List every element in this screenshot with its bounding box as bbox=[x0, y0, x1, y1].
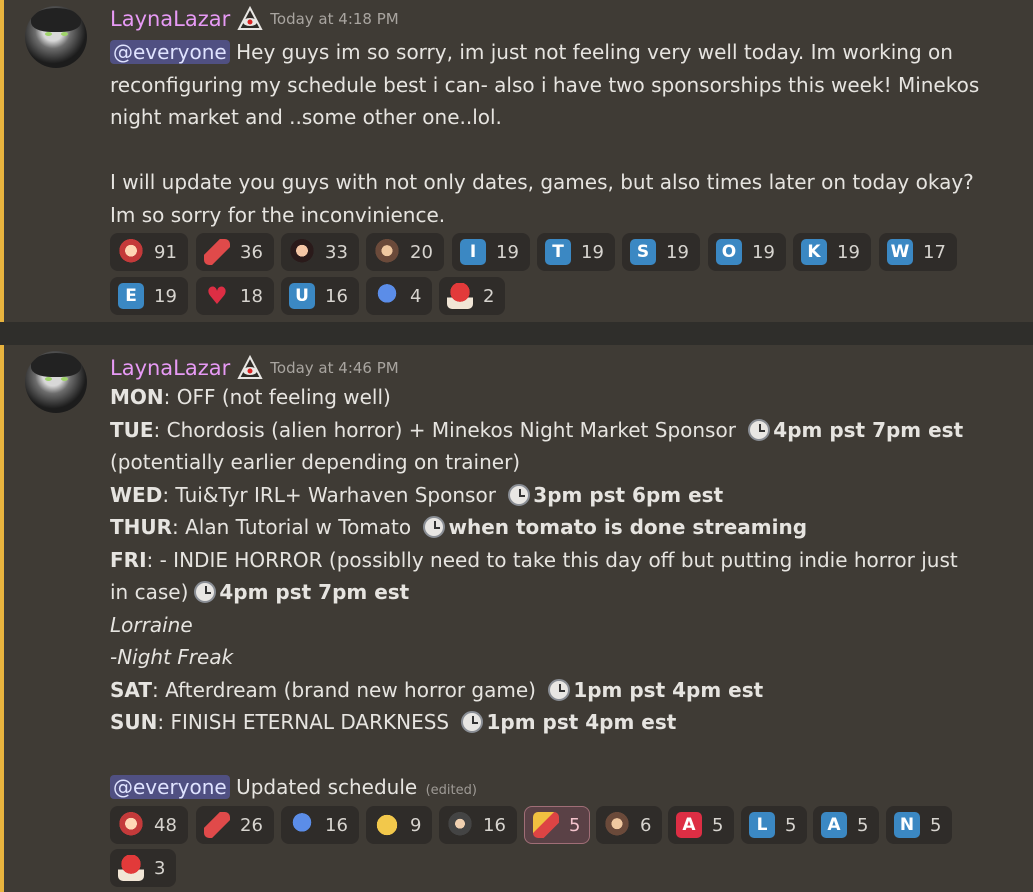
reaction-button[interactable]: A5 bbox=[668, 806, 734, 844]
updated-line: @everyone Updated schedule (edited) bbox=[110, 771, 1010, 808]
reaction-button[interactable]: 6 bbox=[596, 806, 662, 844]
reaction-button[interactable]: 4 bbox=[366, 277, 432, 315]
letter-e-icon: E bbox=[118, 283, 144, 309]
reaction-button[interactable]: 2 bbox=[439, 277, 505, 315]
hands-face-icon bbox=[604, 812, 630, 838]
message-content: @everyone Hey guys im so sorry, im just … bbox=[110, 36, 1010, 231]
letter-o-icon: O bbox=[716, 239, 742, 265]
message-2: LaynaLazar Today at 4:46 PM MON: OFF (no… bbox=[0, 345, 1033, 892]
mushroom-icon bbox=[118, 855, 144, 881]
username[interactable]: LaynaLazar bbox=[110, 7, 230, 31]
schedule-sat: SAT: Afterdream (brand new horror game) … bbox=[110, 677, 764, 702]
schedule-extra: -Night Freak bbox=[110, 645, 234, 669]
mushroom-icon bbox=[447, 283, 473, 309]
clock-icon bbox=[508, 483, 531, 506]
text-line: reconfiguring my schedule best i can- al… bbox=[110, 72, 980, 97]
message-header: LaynaLazar Today at 4:46 PM bbox=[110, 353, 399, 383]
reaction-button-selected[interactable]: 5 bbox=[524, 806, 590, 844]
reaction-button[interactable]: 9 bbox=[366, 806, 432, 844]
username[interactable]: LaynaLazar bbox=[110, 356, 230, 380]
thumbs-up-icon bbox=[204, 239, 230, 265]
schedule-extra: Lorraine bbox=[110, 612, 193, 637]
reaction-button[interactable]: T 19 bbox=[537, 233, 615, 271]
smiling-hearts-face-icon bbox=[374, 812, 400, 838]
role-eye-icon bbox=[237, 354, 263, 379]
red-heart-icon: ♥ bbox=[206, 282, 228, 310]
schedule-wed: WED: Tui&Tyr IRL+ Warhaven Sponsor 3pm p… bbox=[110, 482, 724, 507]
reaction-button[interactable]: E 19 bbox=[110, 277, 188, 315]
schedule-thur: THUR: Alan Tutorial w Tomato when tomato… bbox=[110, 515, 808, 539]
clock-icon bbox=[461, 711, 484, 733]
pixel-character-icon bbox=[374, 283, 400, 309]
letter-t-icon: T bbox=[545, 239, 571, 265]
letter-s-icon: S bbox=[630, 239, 656, 265]
letter-i-icon: I bbox=[460, 239, 486, 265]
text-line: Im so sorry for the inconvinience. bbox=[110, 202, 446, 227]
edited-label: (edited) bbox=[425, 783, 477, 798]
reaction-button[interactable]: 91 bbox=[110, 233, 188, 271]
clock-icon bbox=[194, 581, 217, 603]
reaction-button[interactable]: A5 bbox=[813, 806, 879, 844]
schedule-fri-cont: in case) 4pm pst 7pm est bbox=[110, 580, 410, 604]
clock-icon bbox=[548, 678, 571, 701]
message-header: LaynaLazar Today at 4:18 PM bbox=[110, 4, 399, 34]
clock-icon bbox=[423, 516, 446, 538]
reaction-button[interactable]: 33 bbox=[281, 233, 359, 271]
reaction-button[interactable]: S 19 bbox=[622, 233, 700, 271]
letter-k-icon: K bbox=[801, 239, 827, 265]
reaction-button[interactable]: 20 bbox=[366, 233, 444, 271]
reaction-button[interactable]: U 16 bbox=[281, 277, 359, 315]
schedule-sun: SUN: FINISH ETERNAL DARKNESS 1pm pst 4pm… bbox=[110, 710, 677, 734]
message-divider bbox=[0, 322, 1033, 345]
letter-n-icon: N bbox=[894, 812, 920, 838]
reaction-button[interactable]: L5 bbox=[741, 806, 807, 844]
user-avatar[interactable] bbox=[25, 6, 87, 68]
clock-icon bbox=[748, 418, 771, 441]
reaction-button[interactable]: I 19 bbox=[452, 233, 530, 271]
brown-hair-face-icon bbox=[374, 239, 400, 265]
reaction-button[interactable]: 26 bbox=[196, 806, 274, 844]
letter-w-icon: W bbox=[887, 239, 913, 265]
schedule-tue: TUE: Chordosis (alien horror) + Minekos … bbox=[110, 417, 964, 442]
text-line: I will update you guys with not only dat… bbox=[110, 170, 974, 194]
letter-l-icon: L bbox=[749, 812, 775, 838]
text-line: Hey guys im so sorry, im just not feelin… bbox=[236, 40, 953, 64]
dark-hair-face-icon bbox=[447, 812, 473, 838]
reaction-button[interactable]: N5 bbox=[886, 806, 952, 844]
message-content: MON: OFF (not feeling well) TUE: Chordos… bbox=[110, 381, 1010, 808]
reaction-button[interactable]: ♥ 18 bbox=[196, 277, 274, 315]
red-hair-face-icon bbox=[118, 812, 144, 838]
timestamp[interactable]: Today at 4:18 PM bbox=[270, 10, 398, 28]
timestamp[interactable]: Today at 4:46 PM bbox=[270, 359, 398, 377]
reaction-button[interactable]: 16 bbox=[439, 806, 517, 844]
dark-hair-face-icon bbox=[289, 239, 315, 265]
message-1: LaynaLazar Today at 4:18 PM @everyone He… bbox=[0, 0, 1033, 322]
flexed-arm-icon bbox=[533, 812, 559, 838]
reaction-button[interactable]: W 17 bbox=[879, 233, 957, 271]
hugging-person-icon bbox=[289, 812, 315, 838]
letter-a-blue-icon: A bbox=[821, 812, 847, 838]
schedule-tue-cont: (potentially earlier depending on traine… bbox=[110, 450, 521, 474]
everyone-mention[interactable]: @everyone bbox=[110, 40, 230, 64]
reaction-button[interactable]: 36 bbox=[196, 233, 274, 271]
thumbs-up-icon bbox=[204, 812, 230, 838]
reaction-button[interactable]: K 19 bbox=[793, 233, 871, 271]
everyone-mention[interactable]: @everyone bbox=[110, 775, 230, 799]
reaction-button[interactable]: 16 bbox=[281, 806, 359, 844]
reaction-button[interactable]: O 19 bbox=[708, 233, 786, 271]
role-eye-icon bbox=[237, 5, 263, 30]
reaction-button[interactable]: 3 bbox=[110, 849, 176, 887]
letter-u-icon: U bbox=[289, 283, 315, 309]
schedule-mon: MON: OFF (not feeling well) bbox=[110, 385, 391, 409]
letter-a-icon: A bbox=[676, 812, 702, 838]
text-line: night market and ..some other one..lol. bbox=[110, 105, 502, 129]
schedule-fri: FRI: - INDIE HORROR (possiblly need to t… bbox=[110, 547, 958, 572]
reaction-button[interactable]: 48 bbox=[110, 806, 188, 844]
user-avatar[interactable] bbox=[25, 351, 87, 413]
red-hair-face-icon bbox=[118, 239, 144, 265]
